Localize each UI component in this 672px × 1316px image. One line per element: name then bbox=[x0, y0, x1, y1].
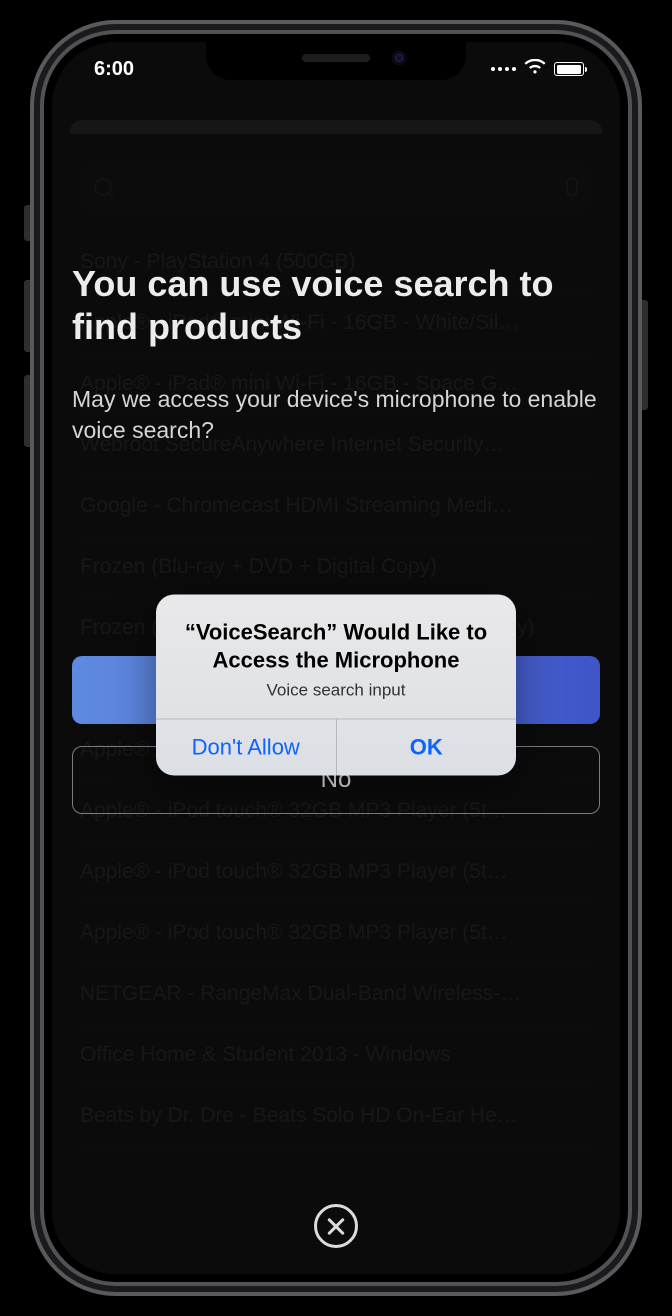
alert-ok-button[interactable]: OK bbox=[336, 720, 517, 776]
notch bbox=[206, 42, 466, 80]
front-camera bbox=[392, 51, 406, 65]
status-icons bbox=[491, 59, 584, 80]
alert-message: Voice search input bbox=[180, 681, 492, 701]
permission-title: You can use voice search to find product… bbox=[72, 262, 600, 348]
status-time: 6:00 bbox=[94, 58, 134, 81]
close-icon[interactable] bbox=[314, 1204, 358, 1248]
cellular-icon bbox=[491, 67, 516, 71]
alert-dont-allow-label: Don't Allow bbox=[192, 735, 300, 761]
alert-buttons: Don't Allow OK bbox=[156, 719, 516, 776]
volume-up-button bbox=[24, 280, 30, 352]
permission-subtitle: May we access your device's microphone t… bbox=[72, 384, 600, 446]
volume-down-button bbox=[24, 375, 30, 447]
alert-title: “VoiceSearch” Would Like to Access the M… bbox=[180, 619, 492, 675]
screen: Sony - PlayStation 4 (500GB) Apple® - iP… bbox=[52, 42, 620, 1274]
alert-content: “VoiceSearch” Would Like to Access the M… bbox=[156, 595, 516, 719]
wifi-icon bbox=[524, 59, 546, 80]
alert-ok-label: OK bbox=[410, 735, 443, 761]
system-alert: “VoiceSearch” Would Like to Access the M… bbox=[156, 595, 516, 776]
speaker-grille bbox=[302, 54, 370, 62]
alert-dont-allow-button[interactable]: Don't Allow bbox=[156, 720, 336, 776]
phone-frame: Sony - PlayStation 4 (500GB) Apple® - iP… bbox=[30, 20, 642, 1296]
side-button bbox=[642, 300, 648, 410]
battery-icon bbox=[554, 62, 584, 76]
silent-switch bbox=[24, 205, 30, 241]
